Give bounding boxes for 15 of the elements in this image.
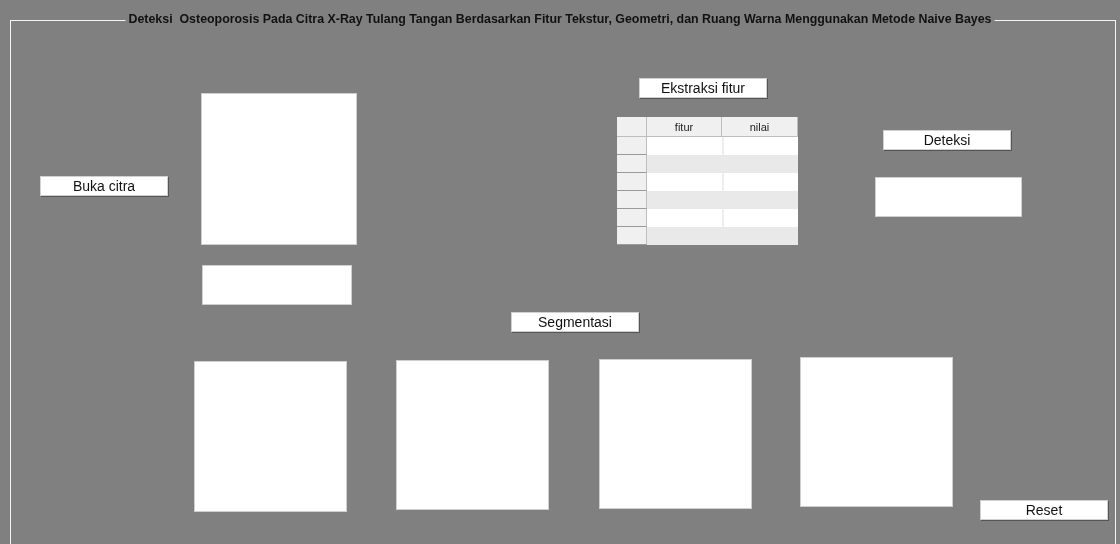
column-header: fitur	[647, 117, 722, 137]
segment-button[interactable]: Segmentasi	[511, 312, 639, 332]
detect-button[interactable]: Deteksi	[883, 130, 1011, 150]
row-header	[617, 227, 647, 245]
row-header	[617, 209, 647, 227]
reset-button[interactable]: Reset	[980, 500, 1108, 520]
table-corner	[617, 117, 647, 137]
row-header	[617, 173, 647, 191]
open-button[interactable]: Buka citra	[40, 176, 168, 196]
panel-title: Deteksi Osteoporosis Pada Citra X-Ray Tulang Tangan Berdasarkan Fitur Tekstur, Geometri, dan Ruang Warna Menggunakan Metode Naive Bayes	[125, 12, 995, 26]
column-header: nilai	[722, 117, 798, 137]
row-header	[617, 137, 647, 155]
row-header	[617, 155, 647, 173]
extract-button[interactable]: Ekstraksi fitur	[639, 78, 767, 98]
row-header	[617, 191, 647, 209]
